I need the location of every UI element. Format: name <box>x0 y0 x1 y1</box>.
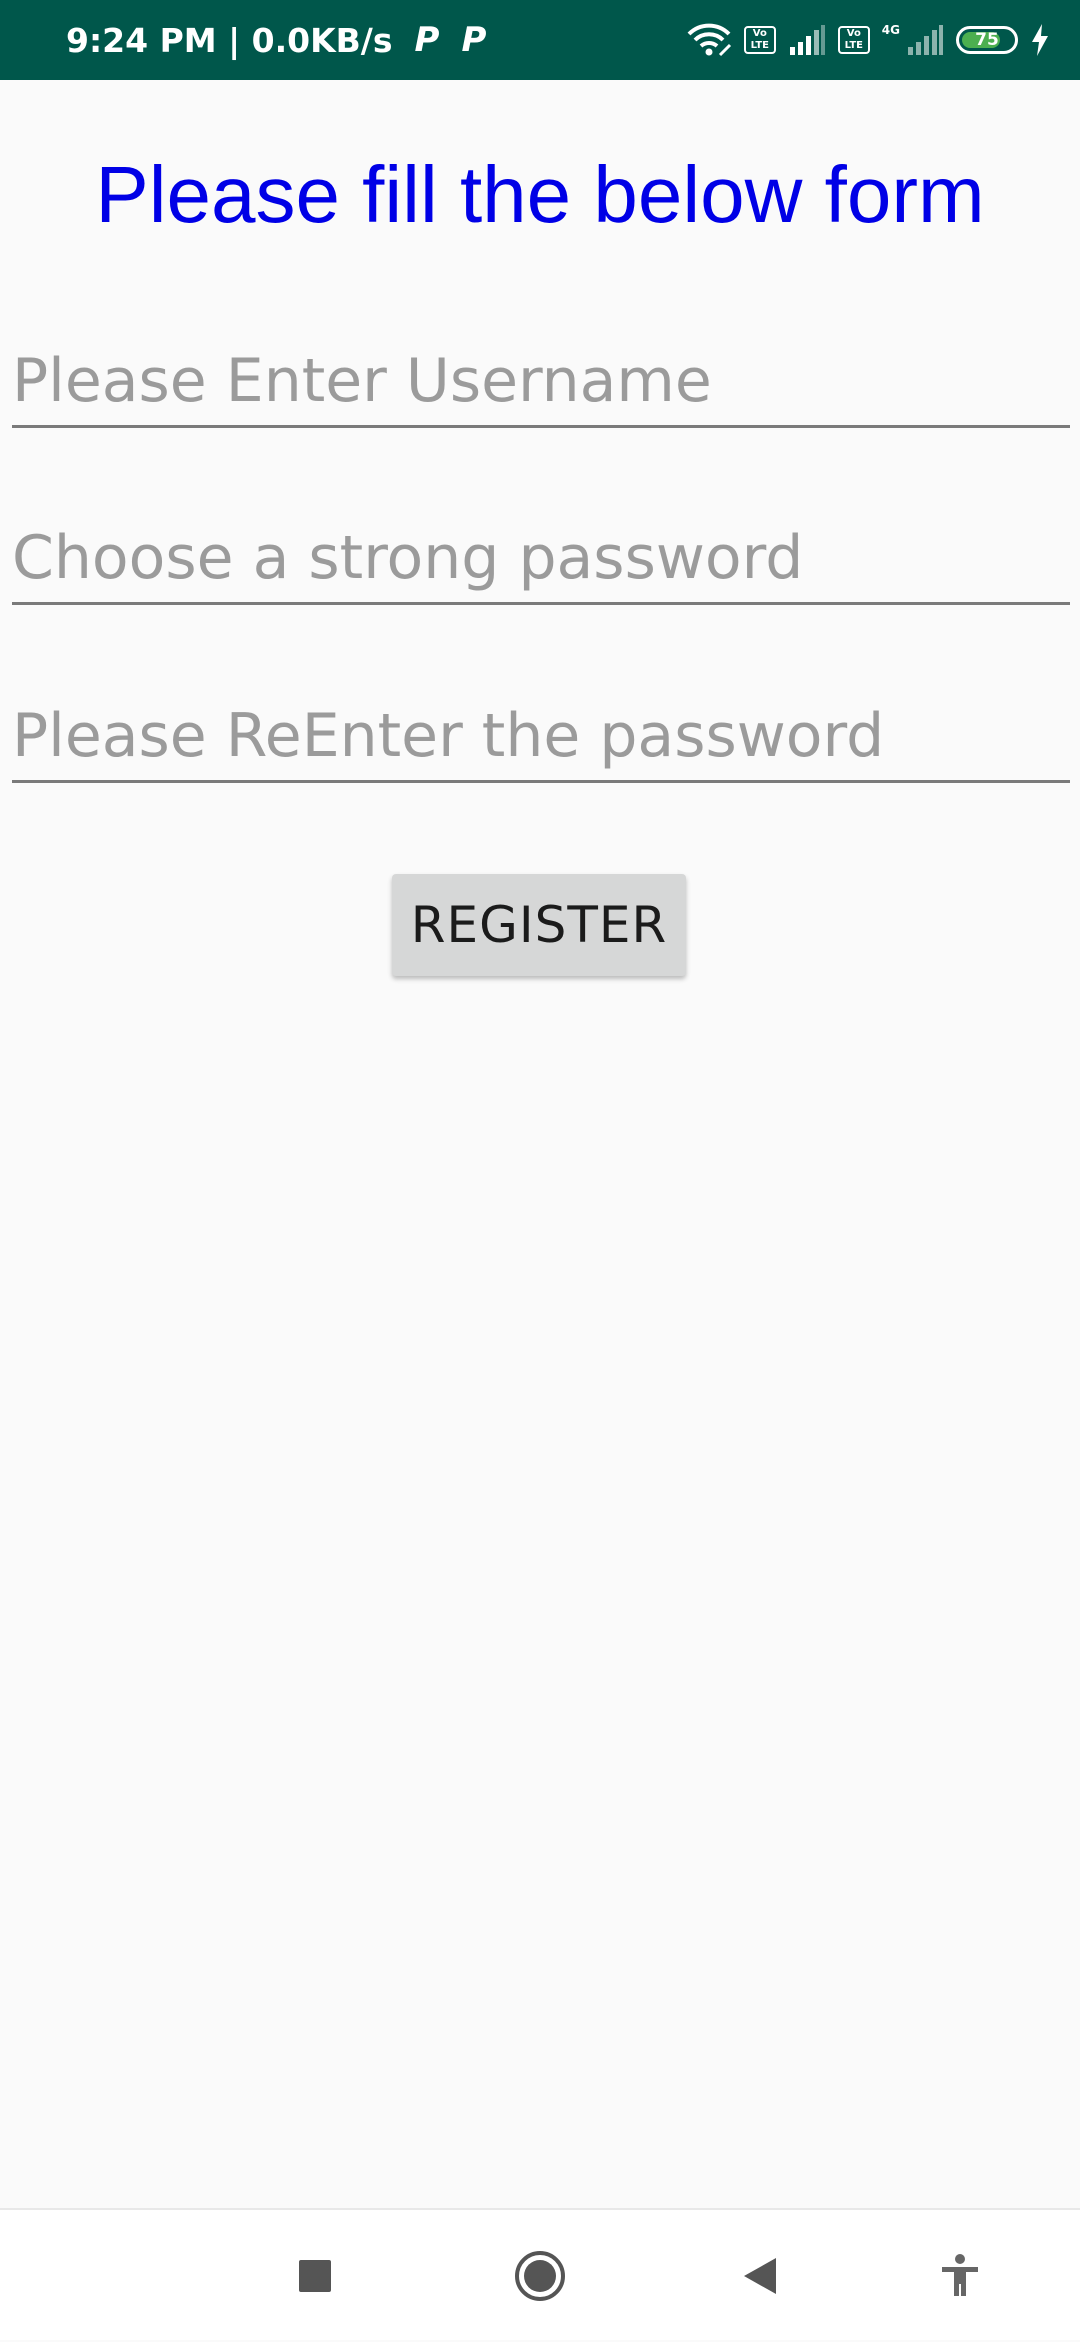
signal-icon <box>908 25 943 55</box>
parking-app-icon: P <box>414 20 440 60</box>
password-field[interactable] <box>12 515 1070 605</box>
home-button[interactable] <box>485 2210 595 2342</box>
time-and-speed: 9:24 PM | 0.0KB/s <box>66 20 393 60</box>
confirm-password-input[interactable] <box>12 693 1070 779</box>
volte-icon: Vo LTE <box>743 26 776 54</box>
parking-app-icon: P <box>461 20 487 60</box>
status-left: 9:24 PM | 0.0KB/s P P <box>66 0 486 80</box>
network-type-label: 4G <box>881 23 900 37</box>
back-icon <box>744 2258 776 2294</box>
username-input[interactable] <box>12 338 1070 424</box>
wifi-icon <box>687 23 731 57</box>
accessibility-icon <box>942 2254 978 2296</box>
signal-icon <box>789 25 825 55</box>
volte-icon: Vo LTE <box>837 26 870 54</box>
back-button[interactable] <box>705 2210 815 2342</box>
navigation-bar <box>0 2208 1080 2340</box>
username-field[interactable] <box>12 338 1070 428</box>
form-title: Please fill the below form <box>95 150 985 239</box>
status-right: Vo LTE Vo LTE 4G 75 <box>686 0 1050 80</box>
accessibility-button[interactable] <box>905 2210 1015 2342</box>
battery-icon: 75 <box>956 26 1018 54</box>
home-icon <box>515 2251 565 2301</box>
register-button[interactable]: REGISTER <box>392 874 686 976</box>
recents-icon <box>299 2260 331 2292</box>
confirm-password-field[interactable] <box>12 693 1070 783</box>
password-input[interactable] <box>12 515 1070 601</box>
status-bar: 9:24 PM | 0.0KB/s P P Vo LTE Vo LTE 4G 7… <box>0 0 1080 80</box>
charging-icon <box>1032 24 1048 56</box>
battery-level: 75 <box>975 30 999 50</box>
recents-button[interactable] <box>260 2210 370 2342</box>
